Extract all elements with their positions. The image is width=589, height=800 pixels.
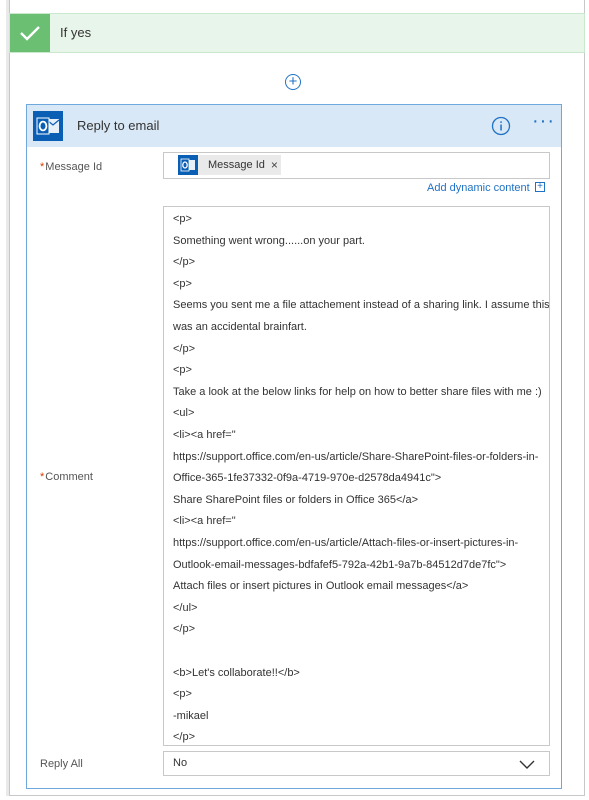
comment-line: Outlook-email-messages-bdfafef5-792a-42b… <box>173 558 507 571</box>
card-header[interactable]: Reply to email ··· <box>27 105 561 147</box>
condition-branch-header[interactable]: If yes <box>9 13 585 53</box>
comment-line: </ul> <box>173 601 198 614</box>
add-step-button[interactable]: + <box>285 74 301 90</box>
comment-label-text: Comment <box>45 471 93 483</box>
comment-label: *Comment <box>40 471 93 483</box>
comment-line: <p> <box>173 213 192 225</box>
required-marker: * <box>40 161 45 173</box>
comment-line: https://support.office.com/en-us/article… <box>173 450 539 463</box>
comment-line: <b>Let's collaborate!!</b> <box>173 666 300 679</box>
comment-field[interactable]: <p> Something went wrong......on your par… <box>163 206 550 746</box>
comment-line: Share SharePoint files or folders in Off… <box>173 493 418 506</box>
comment-line: </p> <box>173 623 196 636</box>
comment-line: was an accidental brainfart. <box>173 321 307 333</box>
comment-line: </p> <box>173 731 196 744</box>
required-marker: * <box>40 471 45 483</box>
comment-line: <p> <box>173 364 192 377</box>
reply-to-email-card: Reply to email ··· *Message Id Message I… <box>26 104 562 789</box>
token-label: Message Id <box>208 159 265 171</box>
reply-all-value: No <box>173 757 188 769</box>
comment-line: Take a look at the below links for help … <box>173 385 542 398</box>
comment-line: <li><a href=" <box>173 429 236 441</box>
outlook-icon <box>33 111 63 141</box>
info-icon[interactable] <box>491 116 511 136</box>
comment-line: https://support.office.com/en-us/article… <box>173 537 519 549</box>
message-id-field[interactable]: Message Id × <box>163 152 550 179</box>
comment-line: Attach files or insert pictures in Outlo… <box>173 580 469 593</box>
comment-line: <ul> <box>173 407 195 420</box>
reply-all-label: Reply All <box>40 758 83 770</box>
comment-line: Office-365-1fe37332-0f9a-4719-970e-d2578… <box>173 472 442 485</box>
comment-line: Seems you sent me a file attachement ins… <box>173 299 550 312</box>
add-dynamic-content-link[interactable]: Add dynamic content <box>427 182 530 194</box>
outlook-icon <box>178 155 198 175</box>
condition-branch-label: If yes <box>60 25 92 40</box>
more-icon[interactable]: ··· <box>532 111 554 136</box>
comment-line: <li><a href=" <box>173 515 236 528</box>
reply-all-select[interactable]: No <box>163 751 550 776</box>
check-icon <box>10 14 50 52</box>
comment-line: Something went wrong......on your part. <box>173 234 365 247</box>
add-dynamic-content-icon[interactable]: + <box>535 182 545 192</box>
message-id-label: *Message Id <box>40 161 102 173</box>
message-id-label-text: Message Id <box>45 161 103 173</box>
close-icon[interactable]: × <box>271 158 278 172</box>
comment-line: </p> <box>173 256 196 269</box>
comment-line: <p> <box>173 277 192 290</box>
comment-line: -mikael <box>173 709 209 722</box>
comment-line: </p> <box>173 342 196 355</box>
chevron-down-icon[interactable] <box>519 758 535 770</box>
comment-line: <p> <box>173 688 192 701</box>
card-title: Reply to email <box>77 118 160 133</box>
message-id-token[interactable]: Message Id × <box>178 155 281 175</box>
